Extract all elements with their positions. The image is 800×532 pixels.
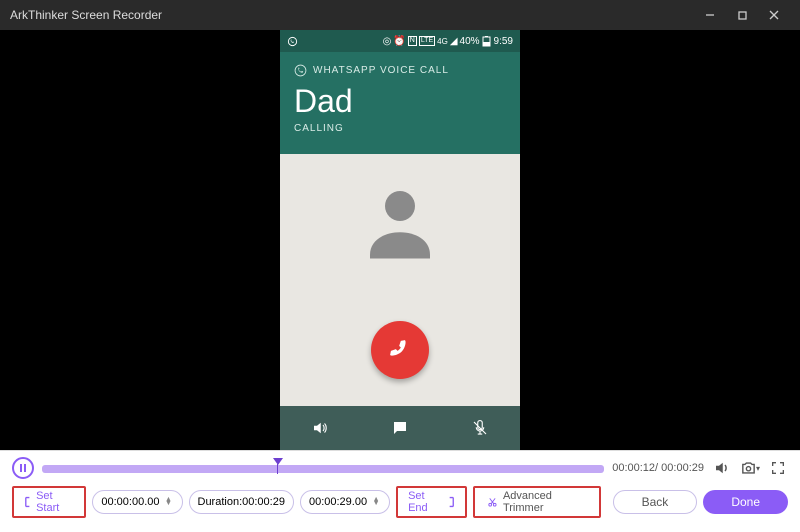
volte-icon: LTE [419,36,435,46]
back-button[interactable]: Back [613,490,698,514]
whatsapp-icon [294,64,307,77]
close-button[interactable] [758,0,790,30]
signal-icon: ◢ [450,36,458,47]
nfc-icon: N [408,36,417,46]
phone-screen: ◎ ⏰ N LTE 4G ◢ 40% 9:59 WHATSAPP VOICE C… [280,30,520,450]
pause-button[interactable] [12,457,34,479]
timeline-scrubber[interactable] [42,461,604,475]
chat-icon [360,406,440,450]
spinner-icon[interactable]: ▲▼ [371,498,381,506]
location-icon: ◎ [383,36,392,47]
spinner-icon[interactable]: ▲▼ [164,498,174,506]
caller-name: Dad [294,85,506,117]
fullscreen-icon[interactable] [768,458,788,478]
maximize-button[interactable] [726,0,758,30]
end-call-button [371,321,429,379]
duration-display: Duration:00:00:29 [189,490,294,514]
set-start-button[interactable]: Set Start [16,488,82,516]
volume-icon[interactable] [712,458,732,478]
playback-time: 00:00:12/ 00:00:29 [612,462,704,474]
start-time-input[interactable]: 00:00:00.00▲▼ [92,490,182,514]
call-status: CALLING [294,123,506,134]
battery-pct: 40% [460,36,480,47]
video-preview: ◎ ⏰ N LTE 4G ◢ 40% 9:59 WHATSAPP VOICE C… [0,30,800,450]
speaker-icon [280,406,360,450]
done-button[interactable]: Done [703,490,788,514]
minimize-button[interactable] [694,0,726,30]
network-4g-icon: 4G [437,37,448,46]
set-end-button[interactable]: Set End [400,488,463,516]
mic-mute-icon [440,406,520,450]
end-time-input[interactable]: 00:00:29.00▲▼ [300,490,390,514]
advanced-trimmer-button[interactable]: Advanced Trimmer [477,488,597,516]
whatsapp-notif-icon [287,36,298,47]
alarm-icon: ⏰ [393,36,405,47]
call-type: WHATSAPP VOICE CALL [313,65,449,76]
battery-icon [482,36,491,47]
avatar-placeholder-icon [350,171,450,271]
app-title: ArkThinker Screen Recorder [10,8,162,22]
clock: 9:59 [494,36,513,47]
snapshot-icon[interactable]: ▾ [740,458,760,478]
